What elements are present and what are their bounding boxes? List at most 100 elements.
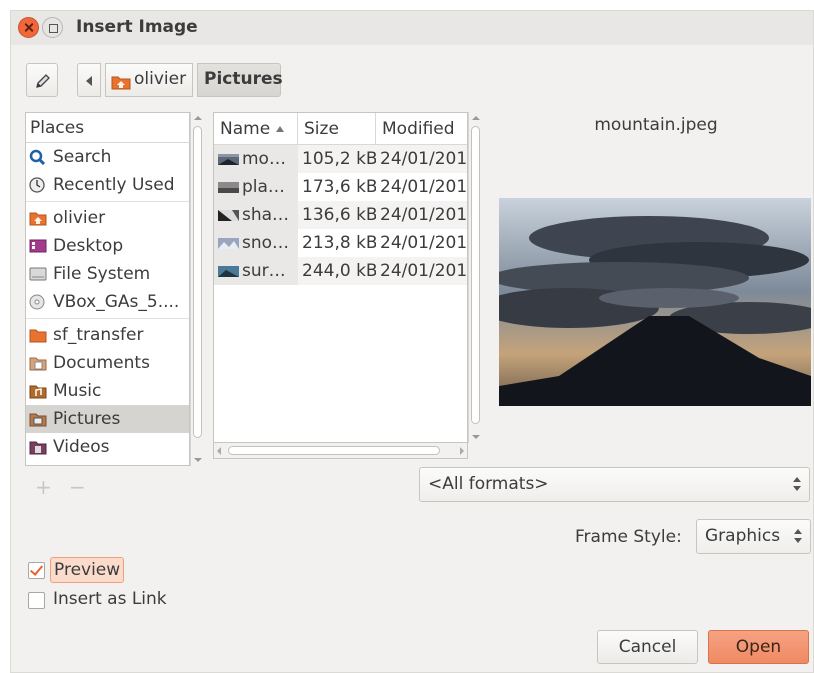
sidebar-item-sf-transfer[interactable]: sf_transfer bbox=[26, 321, 189, 349]
maximize-window-button[interactable] bbox=[42, 17, 63, 38]
file-row[interactable]: pla… 173,6 kB 24/01/2017 bbox=[214, 173, 467, 201]
scroll-left-arrow[interactable] bbox=[217, 447, 221, 455]
column-modified-header[interactable]: Modified bbox=[376, 113, 467, 145]
scroll-down-arrow[interactable] bbox=[472, 435, 480, 439]
file-list-header: Name Size Modified bbox=[214, 113, 467, 145]
add-bookmark-button[interactable]: + bbox=[35, 475, 52, 499]
file-name: pla… bbox=[242, 177, 285, 197]
file-list-scrollbar[interactable] bbox=[468, 112, 482, 443]
file-format-value: <All formats> bbox=[428, 474, 549, 494]
sidebar-item-pictures[interactable]: Pictures bbox=[26, 405, 189, 433]
file-name-cell: pla… bbox=[214, 173, 298, 201]
file-size: 213,8 kB bbox=[302, 233, 376, 253]
preview-image bbox=[499, 198, 811, 406]
sidebar-item-label: Search bbox=[53, 147, 112, 167]
insert-as-link-label[interactable]: Insert as Link bbox=[53, 589, 167, 609]
drive-icon bbox=[29, 267, 47, 281]
music-folder-icon bbox=[29, 385, 47, 399]
crumb-pictures[interactable]: Pictures bbox=[197, 63, 283, 97]
edit-location-button[interactable] bbox=[26, 63, 58, 97]
file-name: sha… bbox=[242, 205, 290, 225]
sidebar-item-olivier[interactable]: olivier bbox=[26, 204, 189, 232]
preview-filename: mountain.jpeg bbox=[594, 115, 718, 135]
column-name-header[interactable]: Name bbox=[214, 113, 298, 145]
sidebar-item-label: File System bbox=[53, 264, 151, 284]
file-row[interactable]: sur… 244,0 kB 24/01/2017 bbox=[214, 257, 467, 285]
sidebar-item-recently-used[interactable]: Recently Used bbox=[26, 171, 189, 199]
scroll-right-arrow[interactable] bbox=[460, 447, 464, 455]
sidebar-item-label: Recently Used bbox=[53, 175, 175, 195]
file-name-cell: sno… bbox=[214, 229, 298, 257]
sidebar-item-label: Videos bbox=[53, 437, 110, 457]
file-size: 105,2 kB bbox=[302, 149, 376, 169]
file-modified: 24/01/2017 bbox=[380, 205, 468, 225]
sidebar-item-label: olivier bbox=[53, 208, 106, 228]
scroll-up-arrow[interactable] bbox=[194, 116, 202, 120]
sidebar-item-label: VBox_GAs_5.... bbox=[53, 292, 180, 312]
open-button[interactable]: Open bbox=[708, 630, 809, 664]
crumb-olivier-label: olivier bbox=[134, 69, 187, 89]
image-thumbnail-icon bbox=[218, 266, 239, 277]
file-list-hscrollbar[interactable] bbox=[213, 443, 468, 459]
scrollbar-thumb[interactable] bbox=[193, 126, 202, 438]
file-size: 173,6 kB bbox=[302, 177, 376, 197]
file-modified: 24/01/2017 bbox=[380, 149, 468, 169]
folder-icon bbox=[29, 329, 47, 343]
preview-checkbox[interactable] bbox=[28, 562, 45, 579]
image-thumbnail-icon bbox=[218, 182, 239, 193]
crumb-olivier[interactable]: olivier bbox=[105, 63, 193, 97]
file-row[interactable]: sno… 213,8 kB 24/01/2017 bbox=[214, 229, 467, 257]
places-scrollbar[interactable] bbox=[190, 112, 204, 466]
search-icon bbox=[29, 149, 46, 165]
frame-style-label: Frame Style: bbox=[575, 527, 682, 547]
scroll-down-arrow[interactable] bbox=[194, 458, 202, 462]
sidebar-item-vbox-disc[interactable]: VBox_GAs_5.... bbox=[26, 288, 189, 316]
file-modified: 24/01/2017 bbox=[380, 233, 468, 253]
sidebar-divider bbox=[26, 318, 189, 319]
documents-folder-icon bbox=[29, 357, 47, 371]
sidebar-item-file-system[interactable]: File System bbox=[26, 260, 189, 288]
scroll-up-arrow[interactable] bbox=[472, 116, 480, 120]
file-modified: 24/01/2017 bbox=[380, 261, 468, 281]
file-format-select[interactable]: <All formats> bbox=[419, 467, 810, 502]
title-bar: Insert Image bbox=[11, 11, 813, 45]
remove-bookmark-button[interactable]: − bbox=[69, 475, 86, 499]
column-modified-label: Modified bbox=[382, 119, 455, 139]
sidebar-item-desktop[interactable]: Desktop bbox=[26, 232, 189, 260]
file-name-cell: sur… bbox=[214, 257, 298, 285]
updown-arrows-icon bbox=[794, 529, 802, 545]
places-sidebar: Places Search Recently Used olivier Desk… bbox=[25, 112, 190, 466]
column-size-header[interactable]: Size bbox=[298, 113, 376, 145]
updown-arrows-icon bbox=[793, 477, 801, 493]
preview-checkbox-label[interactable]: Preview bbox=[50, 557, 125, 583]
file-row[interactable]: mo… 105,2 kB 24/01/2017 bbox=[214, 145, 467, 173]
column-name-label: Name bbox=[220, 119, 271, 139]
close-window-button[interactable] bbox=[18, 17, 39, 38]
scrollbar-thumb[interactable] bbox=[471, 126, 480, 424]
cancel-button[interactable]: Cancel bbox=[597, 630, 698, 664]
file-name-cell: mo… bbox=[214, 145, 298, 173]
sidebar-item-documents[interactable]: Documents bbox=[26, 349, 189, 377]
sidebar-item-videos[interactable]: Videos bbox=[26, 433, 189, 461]
hscrollbar-thumb[interactable] bbox=[228, 446, 440, 455]
file-name: sur… bbox=[242, 261, 286, 281]
frame-style-select[interactable]: Graphics bbox=[696, 519, 811, 554]
home-folder-icon bbox=[111, 76, 131, 90]
file-modified: 24/01/2017 bbox=[380, 177, 468, 197]
file-row[interactable]: sha… 136,6 kB 24/01/2017 bbox=[214, 201, 467, 229]
file-rows: mo… 105,2 kB 24/01/2017 pla… 173,6 kB 24… bbox=[214, 145, 467, 285]
sidebar-item-label: Desktop bbox=[53, 236, 124, 256]
sidebar-item-search[interactable]: Search bbox=[26, 143, 189, 171]
disc-icon bbox=[29, 294, 45, 310]
insert-as-link-checkbox[interactable] bbox=[28, 592, 45, 609]
sort-ascending-icon bbox=[276, 126, 285, 132]
path-back-button[interactable] bbox=[77, 63, 101, 97]
places-header: Places bbox=[26, 113, 189, 143]
image-thumbnail-icon bbox=[218, 210, 239, 221]
sidebar-item-label: Pictures bbox=[53, 409, 121, 429]
pencil-icon bbox=[36, 74, 50, 88]
insert-image-dialog: Insert Image olivier Pictures Places Sea… bbox=[10, 10, 814, 673]
frame-style-value: Graphics bbox=[705, 526, 781, 546]
sidebar-item-music[interactable]: Music bbox=[26, 377, 189, 405]
sidebar-item-label: sf_transfer bbox=[53, 325, 144, 345]
